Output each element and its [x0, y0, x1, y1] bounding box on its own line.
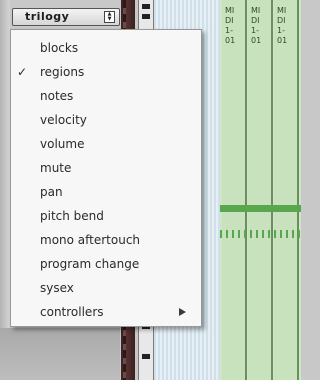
menu-item-controllers[interactable]: controllers — [11, 301, 201, 323]
menu-item-label: blocks — [40, 41, 79, 55]
track-view-selector[interactable]: trilogy ▲ ▼ — [12, 8, 120, 26]
track-view-selector-label: trilogy — [25, 10, 70, 23]
menu-item-program-change[interactable]: program change — [11, 253, 201, 275]
midi-event-ticks — [220, 230, 301, 238]
up-down-arrows-icon: ▲ ▼ — [104, 11, 115, 23]
region-name: MI DI 1- 01 — [277, 6, 288, 45]
ruler-tick — [142, 354, 150, 359]
menu-item-label: pan — [40, 185, 63, 199]
menu-item-velocity[interactable]: velocity — [11, 109, 201, 131]
region-lane: MI DI 1- 01 MI DI 1- 01 MI DI 1- 01 — [220, 0, 301, 380]
menu-item-label: pitch bend — [40, 209, 104, 223]
menu-item-label: volume — [40, 137, 85, 151]
menu-item-regions[interactable]: ✓ regions — [11, 61, 201, 83]
menu-item-pan[interactable]: pan — [11, 181, 201, 203]
menu-item-label: controllers — [40, 305, 104, 319]
menu-item-label: mute — [40, 161, 72, 175]
midi-region[interactable]: MI DI 1- 01 — [248, 0, 273, 380]
checkmark-icon: ✓ — [17, 65, 28, 79]
track-view-menu: blocks ✓ regions notes velocity volume m… — [10, 29, 202, 327]
region-name: MI DI 1- 01 — [225, 6, 236, 45]
menu-item-blocks[interactable]: blocks — [11, 37, 201, 59]
menu-item-label: velocity — [40, 113, 87, 127]
ruler-tick — [142, 4, 150, 9]
track-list-footer — [0, 328, 120, 380]
menu-item-notes[interactable]: notes — [11, 85, 201, 107]
menu-item-mute[interactable]: mute — [11, 157, 201, 179]
menu-item-label: sysex — [40, 281, 74, 295]
midi-region[interactable]: MI DI 1- 01 — [274, 0, 299, 380]
submenu-arrow-icon — [179, 308, 186, 316]
menu-item-pitch-bend[interactable]: pitch bend — [11, 205, 201, 227]
menu-item-sysex[interactable]: sysex — [11, 277, 201, 299]
menu-item-mono-aftertouch[interactable]: mono aftertouch — [11, 229, 201, 251]
menu-item-label: regions — [40, 65, 85, 79]
menu-item-label: mono aftertouch — [40, 233, 141, 247]
region-name: MI DI 1- 01 — [251, 6, 262, 45]
menu-item-label: notes — [40, 89, 74, 103]
ruler-tick — [142, 14, 150, 19]
menu-item-label: program change — [40, 257, 140, 271]
left-border-strip — [0, 0, 10, 380]
midi-note-bar — [220, 205, 301, 212]
midi-region[interactable]: MI DI 1- 01 — [222, 0, 247, 380]
menu-item-volume[interactable]: volume — [11, 133, 201, 155]
